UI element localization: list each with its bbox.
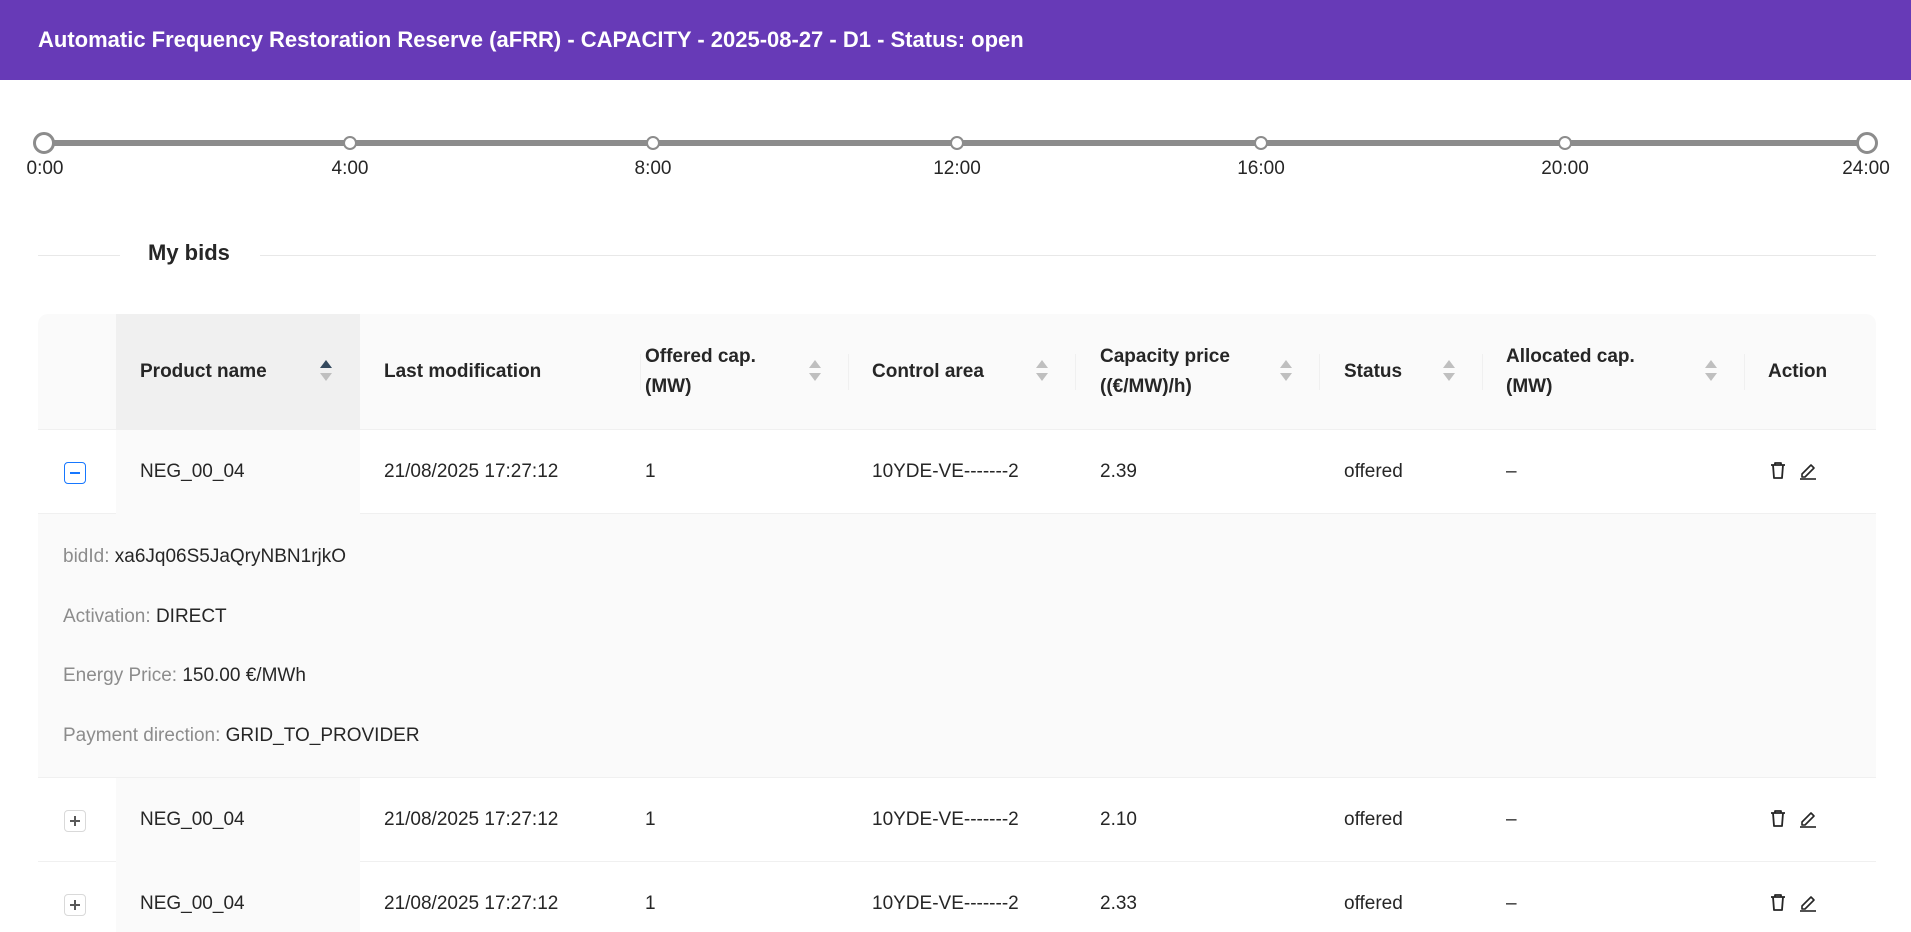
detail-label: bidId: [63,546,110,567]
delete-icon[interactable] [1767,890,1789,914]
column-header-control-area[interactable]: Control area [872,314,1052,430]
detail-value: xa6Jq06S5JaQryNBN1rjkO [114,546,347,567]
cell-last-modification: 21/08/2025 17:27:12 [384,893,559,914]
column-header-last-modification: Last modification [384,314,644,430]
timeline-tick [646,136,660,150]
collapse-row-button[interactable] [64,462,86,484]
cell-product-name: NEG_00_04 [116,862,360,932]
edit-icon[interactable] [1797,458,1819,482]
cell-last-modification: 21/08/2025 17:27:12 [384,461,559,482]
timeline-label: 12:00 [933,158,981,179]
column-header-label: Status [1344,361,1403,382]
detail-energy-price: Energy Price: 150.00 €/MWh [63,665,306,687]
column-separator [848,354,849,390]
page-title: Automatic Frequency Restoration Reserve … [38,27,1024,52]
cell-capacity-price: 2.33 [1100,893,1137,914]
detail-label: Payment direction: [63,725,221,746]
table-row: NEG_00_04 21/08/2025 17:27:12 1 10YDE-VE… [38,862,1876,932]
sort-icon[interactable] [808,358,822,386]
column-header-action: Action [1768,314,1868,430]
divider-line [38,255,120,256]
column-header-label: Action [1768,361,1828,382]
cell-allocated-cap: – [1506,893,1517,914]
my-bids-section-divider: My bids [38,240,1876,270]
column-separator [640,354,641,390]
cell-control-area: 10YDE-VE-------2 [872,461,1019,482]
detail-value: GRID_TO_PROVIDER [225,725,420,746]
row-actions [1767,890,1819,914]
timeline-start-handle[interactable] [33,132,55,154]
row-actions [1767,458,1819,482]
column-header-label: Last modification [384,361,542,382]
sort-icon[interactable] [1704,358,1718,386]
cell-control-area: 10YDE-VE-------2 [872,809,1019,830]
cell-last-modification: 21/08/2025 17:27:12 [384,809,559,830]
cell-status: offered [1344,893,1403,914]
timeline-label: 8:00 [634,158,672,179]
cell-capacity-price: 2.10 [1100,809,1137,830]
cell-offered-cap: 1 [645,809,656,830]
table-row: NEG_00_04 21/08/2025 17:27:12 1 10YDE-VE… [38,778,1876,862]
detail-activation: Activation: DIRECT [63,606,227,628]
table-header: Product name Last modification Offered c… [38,314,1876,430]
detail-bid-id: bidId: xa6Jq06S5JaQryNBN1rjkO [63,546,346,568]
table-row: NEG_00_04 21/08/2025 17:27:12 1 10YDE-VE… [38,430,1876,514]
timeline-tick [950,136,964,150]
column-header-label: Control area [872,361,984,382]
column-separator [1482,354,1483,390]
cell-allocated-cap: – [1506,461,1517,482]
timeline-label: 24:00 [1842,158,1890,179]
cell-offered-cap: 1 [645,893,656,914]
sort-icon[interactable] [319,358,333,386]
cell-allocated-cap: – [1506,809,1517,830]
sort-icon[interactable] [1035,358,1049,386]
column-header-label: Allocated cap. (MW) [1506,346,1635,397]
sort-icon[interactable] [1279,358,1293,386]
cell-status: offered [1344,461,1403,482]
detail-value: DIRECT [155,606,227,627]
bids-table: Product name Last modification Offered c… [38,314,1876,932]
column-header-capacity-price[interactable]: Capacity price ((€/MW)/h) [1100,314,1260,430]
delete-icon[interactable] [1767,458,1789,482]
section-title: My bids [148,240,230,265]
row-actions [1767,806,1819,830]
column-header-status[interactable]: Status [1344,314,1444,430]
column-separator [1744,354,1745,390]
column-header-offered-cap[interactable]: Offered cap. (MW) [645,314,795,430]
cell-status: offered [1344,809,1403,830]
timeline-label: 4:00 [331,158,369,179]
cell-product-name: NEG_00_04 [116,778,360,862]
cell-capacity-price: 2.39 [1100,461,1137,482]
edit-icon[interactable] [1797,806,1819,830]
timeline-end-handle[interactable] [1856,132,1878,154]
expand-row-button[interactable] [64,894,86,916]
edit-icon[interactable] [1797,890,1819,914]
expanded-row-details: bidId: xa6Jq06S5JaQryNBN1rjkO Activation… [38,514,1876,778]
delete-icon[interactable] [1767,806,1789,830]
column-separator [1319,354,1320,390]
detail-label: Activation: [63,606,151,627]
timeline-tick [1558,136,1572,150]
cell-product-name: NEG_00_04 [116,430,360,514]
column-header-label: Offered cap. (MW) [645,346,756,397]
detail-label: Energy Price: [63,665,178,686]
column-header-label: Product name [140,361,267,382]
timeline-label: 20:00 [1541,158,1589,179]
detail-payment-direction: Payment direction: GRID_TO_PROVIDER [63,725,420,747]
divider-line [260,255,1876,256]
expand-row-button[interactable] [64,810,86,832]
timeline-label: 0:00 [26,158,64,179]
column-separator [1075,354,1076,390]
page-header: Automatic Frequency Restoration Reserve … [0,0,1911,80]
timeline-tick [343,136,357,150]
cell-offered-cap: 1 [645,461,656,482]
sort-icon[interactable] [1442,358,1456,386]
column-header-allocated-cap[interactable]: Allocated cap. (MW) [1506,314,1656,430]
timeline-tick [1254,136,1268,150]
column-header-label: Capacity price ((€/MW)/h) [1100,346,1230,397]
timeline-slider[interactable]: 0:00 4:00 8:00 12:00 16:00 20:00 24:00 [0,80,1911,200]
cell-control-area: 10YDE-VE-------2 [872,893,1019,914]
timeline-label: 16:00 [1237,158,1285,179]
detail-value: 150.00 €/MWh [182,665,306,686]
